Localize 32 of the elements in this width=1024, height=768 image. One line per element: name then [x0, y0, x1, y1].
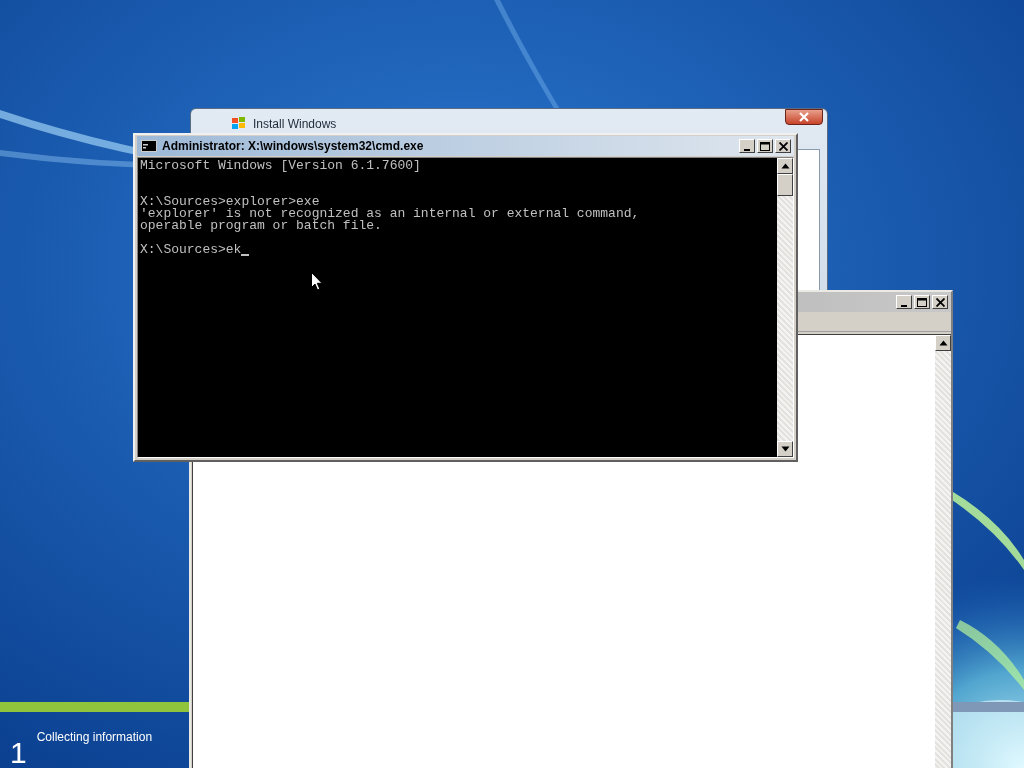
close-icon	[935, 297, 945, 307]
minimize-button[interactable]	[896, 295, 912, 309]
scrollbar[interactable]	[935, 335, 951, 768]
console-line: operable program or batch file.	[140, 220, 382, 232]
maximize-button[interactable]	[914, 295, 930, 309]
text-cursor	[241, 254, 250, 256]
window-title: Administrator: X:\windows\system32\cmd.exe	[162, 139, 424, 153]
scroll-thumb[interactable]	[777, 174, 793, 196]
step-label: Collecting information	[36, 730, 153, 744]
scroll-up-icon	[780, 163, 790, 169]
minimize-button[interactable]	[739, 139, 755, 153]
scroll-up-icon	[938, 340, 948, 346]
console-line: X:\Sources>explorer>exe	[140, 196, 320, 208]
minimize-icon	[744, 148, 750, 151]
maximize-button[interactable]	[757, 139, 773, 153]
scroll-down-icon	[780, 446, 790, 452]
maximize-icon	[917, 297, 927, 307]
close-button[interactable]	[785, 109, 823, 125]
maximize-icon	[760, 141, 770, 151]
four-pane-icon	[231, 117, 247, 131]
console-icon	[141, 140, 157, 152]
window-title: Install Windows	[253, 117, 337, 131]
mouse-pointer-icon	[311, 272, 323, 291]
console-line: Microsoft Windows [Version 6.1.7600]	[140, 160, 421, 172]
stripe-segment	[953, 702, 1024, 712]
close-icon	[778, 141, 788, 151]
command-prompt: X:\Sources>ek	[140, 244, 242, 256]
minimize-icon	[901, 304, 907, 307]
console-line: 'explorer' is not recognized as an internal or external command,	[140, 208, 640, 220]
close-icon	[798, 112, 810, 122]
scrollbar[interactable]	[777, 158, 793, 457]
step-number: 1	[10, 738, 27, 768]
